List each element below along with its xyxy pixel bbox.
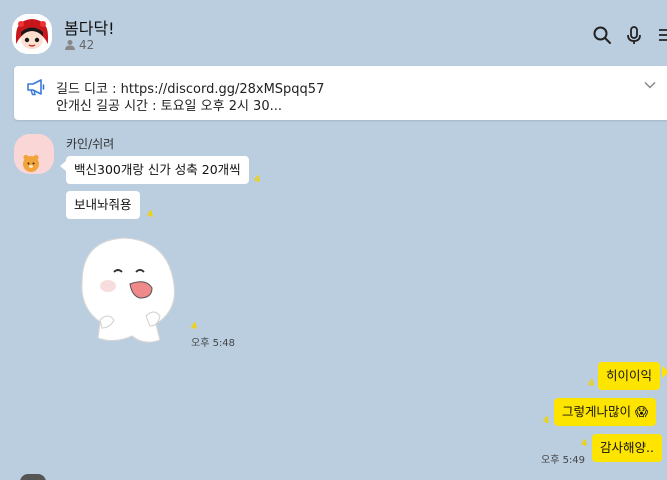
message-bubble-outgoing[interactable]: 그렇게나많이 😱 [554, 398, 657, 426]
sender-avatar[interactable] [14, 134, 54, 174]
unread-count: 4 [191, 322, 198, 332]
bubble-tail [662, 366, 667, 378]
megaphone-icon [27, 79, 45, 96]
message-bubble-incoming[interactable]: 보내놔줘용 [66, 191, 140, 219]
unread-count: 4 [147, 210, 154, 220]
message-bubble-incoming[interactable]: 백신300개랑 신가 성축 20개씩 [66, 156, 249, 184]
message-time: 오후 5:49 [541, 455, 586, 466]
menu-icon[interactable] [657, 24, 667, 46]
chevron-down-icon[interactable] [643, 78, 657, 92]
member-count-value: 42 [79, 38, 95, 52]
chat-header: 봄다닥! 42 [0, 0, 667, 64]
member-count: 42 [64, 38, 94, 52]
message-bubble-outgoing[interactable]: 히이이익 [598, 362, 661, 390]
unread-count: 4 [254, 175, 261, 185]
unread-count: 4 [588, 379, 595, 389]
mic-icon[interactable] [623, 24, 645, 46]
message-time: 오후 5:48 [191, 338, 236, 349]
avatar[interactable] [20, 474, 46, 480]
sticker-image[interactable] [74, 232, 184, 347]
unread-count: 4 [581, 439, 588, 449]
unread-count: 4 [543, 416, 550, 426]
room-avatar[interactable] [12, 14, 52, 54]
person-icon [65, 40, 75, 50]
sender-name: 카인/쉬려 [66, 137, 115, 151]
room-title: 봄다닥! [64, 19, 115, 38]
notice-line-2: 안개신 길공 시간 : 토요일 오후 2시 30... [56, 99, 282, 114]
notice-banner[interactable]: 길드 디코 : https://discord.gg/28xMSpqq57 안개… [14, 66, 667, 120]
search-icon[interactable] [591, 24, 613, 46]
message-bubble-outgoing[interactable]: 감사해양.. [592, 434, 662, 462]
